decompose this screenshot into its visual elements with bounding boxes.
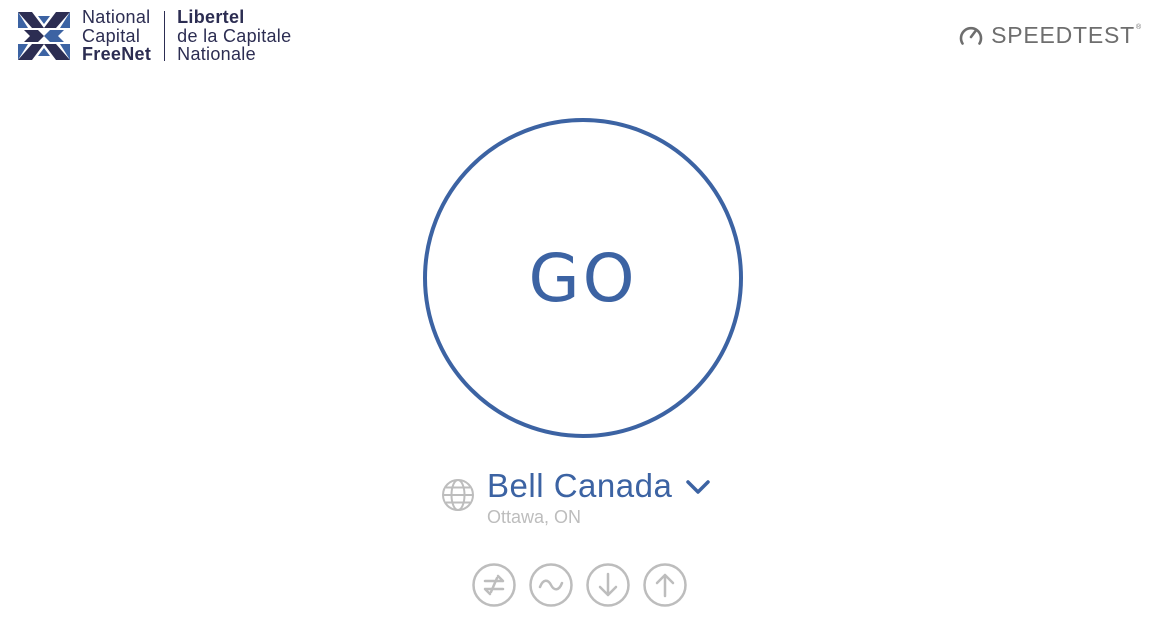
- globe-icon: [442, 479, 474, 511]
- logo-text-french: Libertel de la Capitale Nationale: [177, 8, 291, 64]
- logo-divider: [164, 11, 166, 61]
- trademark-mark: ®: [1136, 24, 1142, 31]
- speedtest-brand-label: SPEEDTEST: [991, 22, 1136, 48]
- logo-line-national: National: [82, 7, 151, 28]
- server-location: Ottawa, ON: [487, 507, 582, 527]
- speedtest-page: National Capital FreeNet Libertel de la …: [0, 0, 1162, 635]
- go-button[interactable]: GO: [423, 118, 743, 438]
- logo-line-de-la-capitale: de la Capitale: [177, 25, 292, 46]
- logo-line-freenet: FreeNet: [82, 44, 152, 65]
- download-arrow-icon[interactable]: [586, 563, 630, 607]
- server-name: Bell Canada: [487, 467, 673, 504]
- upload-arrow-icon[interactable]: [643, 563, 687, 607]
- logo-text-english: National Capital FreeNet: [82, 8, 151, 64]
- speedometer-icon: [959, 26, 983, 45]
- connections-icon[interactable]: [472, 563, 516, 607]
- wave-icon[interactable]: [529, 563, 573, 607]
- chevron-down-icon[interactable]: [686, 479, 711, 495]
- national-capital-freenet-logo[interactable]: National Capital FreeNet Libertel de la …: [18, 8, 291, 64]
- logo-line-libertel: Libertel: [177, 7, 245, 28]
- go-button-label: GO: [528, 239, 638, 317]
- logo-line-capital: Capital: [82, 25, 141, 46]
- logo-line-nationale: Nationale: [177, 44, 256, 65]
- freenet-logo-mark-icon: [18, 10, 70, 62]
- speedtest-brand-link[interactable]: SPEEDTEST ®: [958, 22, 1142, 49]
- test-mode-icons: [472, 563, 700, 607]
- server-info: Bell Canada Ottawa, ON: [487, 466, 711, 527]
- server-selector: Bell Canada Ottawa, ON: [441, 466, 711, 527]
- change-server-button[interactable]: Bell Canada: [487, 466, 711, 506]
